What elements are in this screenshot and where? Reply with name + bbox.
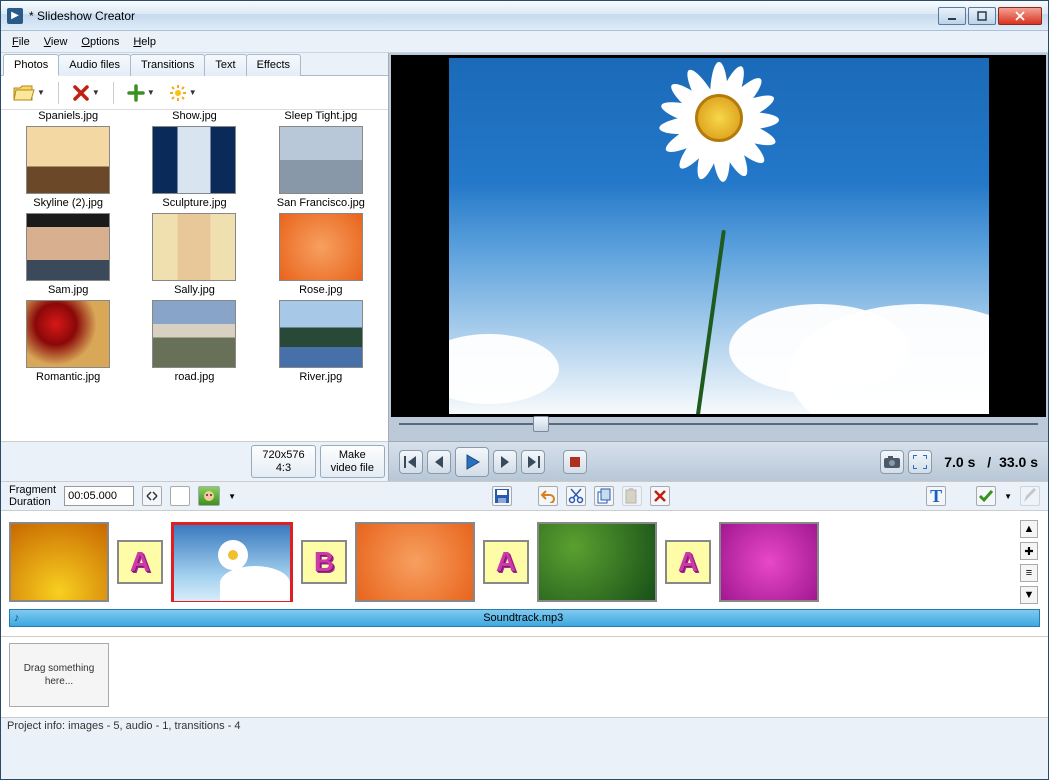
timeline-up-button[interactable]: ▲ xyxy=(1020,520,1038,538)
first-button[interactable] xyxy=(399,450,423,474)
upper-pane: Photos Audio files Transitions Text Effe… xyxy=(1,53,1048,481)
thumb-romantic[interactable]: Romantic.jpg xyxy=(13,300,123,383)
stop-button[interactable] xyxy=(563,450,587,474)
copy-button[interactable] xyxy=(594,486,614,506)
play-button[interactable] xyxy=(455,447,489,477)
maximize-button[interactable] xyxy=(968,7,996,25)
thumb-sculpture[interactable]: Sculpture.jpg xyxy=(139,126,249,209)
status-bar: Project info: images - 5, audio - 1, tra… xyxy=(1,717,1048,737)
snapshot-button[interactable] xyxy=(880,450,904,474)
duration-sync-button[interactable] xyxy=(142,486,162,506)
timeline-item-1[interactable] xyxy=(9,522,109,602)
audio-track-name: Soundtrack.mp3 xyxy=(483,612,563,624)
window-title: * Slideshow Creator xyxy=(29,9,938,23)
add-button[interactable]: ▼ xyxy=(123,82,159,104)
delete-button[interactable]: ▼ xyxy=(68,82,104,104)
app-window: ▶ * Slideshow Creator File View Options … xyxy=(0,0,1049,780)
next-button[interactable] xyxy=(493,450,517,474)
timeline-item-3[interactable] xyxy=(355,522,475,602)
close-button[interactable] xyxy=(998,7,1042,25)
timeline-item-2[interactable] xyxy=(171,522,293,602)
duration-input[interactable] xyxy=(64,486,134,506)
titlebar: ▶ * Slideshow Creator xyxy=(1,1,1048,31)
transition-3[interactable]: A xyxy=(483,540,529,584)
save-button[interactable] xyxy=(492,486,512,506)
tab-effects[interactable]: Effects xyxy=(246,54,301,76)
fullscreen-button[interactable] xyxy=(908,450,932,474)
tab-text[interactable]: Text xyxy=(204,54,246,76)
tab-photos[interactable]: Photos xyxy=(3,54,59,76)
timeline[interactable]: A B A A ▲ ✚ ≡ ▼ xyxy=(1,511,1048,637)
thumb-sanfrancisco[interactable]: San Francisco.jpg xyxy=(266,126,376,209)
tab-audio[interactable]: Audio files xyxy=(58,54,131,76)
thumb-road[interactable]: road.jpg xyxy=(139,300,249,383)
drop-area: Drag something here... xyxy=(1,637,1048,717)
thumb-rose[interactable]: Rose.jpg xyxy=(266,213,376,296)
playbar: 7.0 s / 33.0 s xyxy=(389,441,1048,481)
thumb-river[interactable]: River.jpg xyxy=(266,300,376,383)
transition-4[interactable]: A xyxy=(665,540,711,584)
face-button[interactable] xyxy=(198,486,220,506)
thumb-sally[interactable]: Sally.jpg xyxy=(139,213,249,296)
menu-help[interactable]: Help xyxy=(126,34,163,50)
thumb-label: Show.jpg xyxy=(139,110,249,122)
preview-slider[interactable] xyxy=(389,417,1048,441)
open-folder-button[interactable]: ▼ xyxy=(9,82,49,104)
menu-options[interactable]: Options xyxy=(74,34,126,50)
time-total: 33.0 s xyxy=(999,454,1038,470)
photo-toolbar: ▼ ▼ ▼ ▼ xyxy=(1,76,388,110)
mid-toolbar: FragmentDuration ▼ T ▼ xyxy=(1,481,1048,511)
preview-image xyxy=(391,55,1046,417)
check-button[interactable] xyxy=(976,486,996,506)
content: Photos Audio files Transitions Text Effe… xyxy=(1,53,1048,779)
thumb-label: Sleep Tight.jpg xyxy=(266,110,376,122)
drop-target[interactable]: Drag something here... xyxy=(9,643,109,707)
tabs: Photos Audio files Transitions Text Effe… xyxy=(1,53,388,76)
timeline-down-button[interactable]: ▼ xyxy=(1020,586,1038,604)
text-tool-button[interactable]: T xyxy=(926,486,946,506)
thumb-skyline[interactable]: Skyline (2).jpg xyxy=(13,126,123,209)
make-video-button[interactable]: Make video file xyxy=(320,445,385,478)
menu-view[interactable]: View xyxy=(37,34,75,50)
blank-button[interactable] xyxy=(170,486,190,506)
thumb-sam[interactable]: Sam.jpg xyxy=(13,213,123,296)
thumb-label: Spaniels.jpg xyxy=(13,110,123,122)
timeline-tool2-button[interactable]: ≡ xyxy=(1020,564,1038,582)
minimize-button[interactable] xyxy=(938,7,966,25)
tab-transitions[interactable]: Transitions xyxy=(130,54,205,76)
last-button[interactable] xyxy=(521,450,545,474)
transition-2[interactable]: B xyxy=(301,540,347,584)
menu-file[interactable]: File xyxy=(5,34,37,50)
time-sep: / xyxy=(983,454,995,470)
undo-button[interactable] xyxy=(538,486,558,506)
slider-handle[interactable] xyxy=(533,416,549,432)
left-bottom-bar: 720x576 4:3 Make video file xyxy=(1,441,388,481)
app-icon: ▶ xyxy=(7,8,23,24)
transition-1[interactable]: A xyxy=(117,540,163,584)
audio-track[interactable]: ♪ Soundtrack.mp3 xyxy=(9,609,1040,627)
preview-panel: 7.0 s / 33.0 s xyxy=(389,53,1048,481)
menubar: File View Options Help xyxy=(1,31,1048,53)
timeline-item-5[interactable] xyxy=(719,522,819,602)
time-current: 7.0 s xyxy=(944,454,975,470)
left-panel: Photos Audio files Transitions Text Effe… xyxy=(1,53,389,481)
prev-button[interactable] xyxy=(427,450,451,474)
brush-button[interactable] xyxy=(1020,486,1040,506)
fragment-label: FragmentDuration xyxy=(9,484,56,508)
resolution-button[interactable]: 720x576 4:3 xyxy=(251,445,315,478)
cut-button[interactable] xyxy=(566,486,586,506)
timeline-tool1-button[interactable]: ✚ xyxy=(1020,542,1038,560)
timeline-item-4[interactable] xyxy=(537,522,657,602)
delete-item-button[interactable] xyxy=(650,486,670,506)
paste-button[interactable] xyxy=(622,486,642,506)
photo-gallery[interactable]: Spaniels.jpg Show.jpg Sleep Tight.jpg Sk… xyxy=(1,110,388,441)
menu-file-label: ile xyxy=(19,36,30,48)
effect-button[interactable]: ▼ xyxy=(165,82,201,104)
